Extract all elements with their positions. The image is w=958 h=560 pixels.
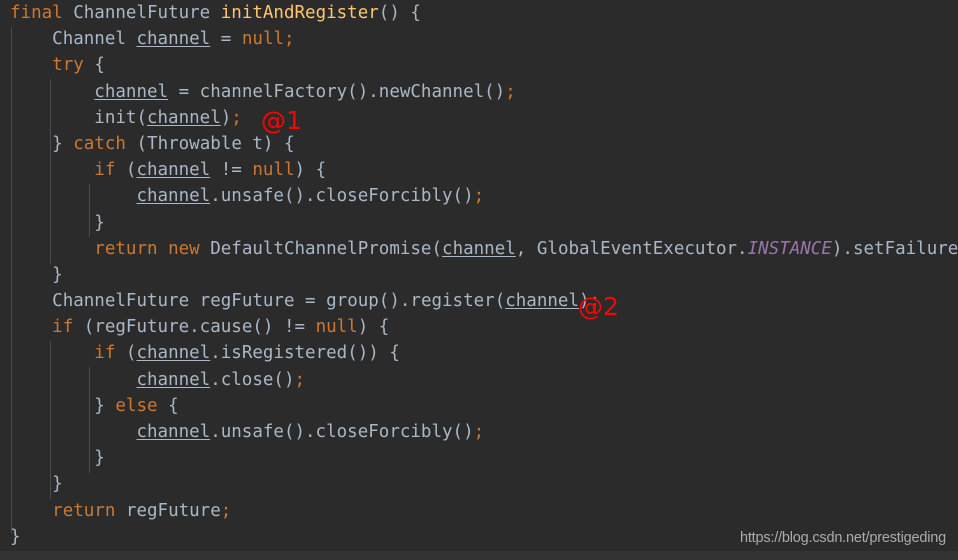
annotation-marker-2: @2 [578, 292, 619, 321]
code-line-5[interactable]: init(channel); [0, 105, 958, 131]
keyword-catch: catch [73, 133, 126, 154]
code-line-7[interactable]: if (channel != null) { [0, 157, 958, 183]
keyword-new: new [168, 238, 200, 259]
code-line-11[interactable]: } [0, 262, 958, 288]
keyword-if: if [94, 160, 116, 181]
code-line-12[interactable]: ChannelFuture regFuture = group().regist… [0, 288, 958, 314]
code-line-13[interactable]: if (regFuture.cause() != null) { [0, 314, 958, 340]
local-var-channel: channel [136, 186, 211, 207]
code-line-8[interactable]: channel.unsafe().closeForcibly(); [0, 183, 958, 209]
code-line-16[interactable]: } else { [0, 393, 958, 419]
code-line-9[interactable]: } [0, 210, 958, 236]
keyword-return: return [94, 238, 158, 259]
keyword-else: else [115, 395, 158, 416]
annotation-marker-1: @1 [261, 106, 302, 135]
local-var-channel: channel [94, 81, 169, 102]
code-content[interactable]: final ChannelFuture initAndRegister() { … [0, 0, 958, 550]
code-editor[interactable]: final ChannelFuture initAndRegister() { … [0, 0, 958, 560]
local-var-regfuture: regFuture [199, 291, 295, 312]
keyword-if: if [52, 317, 74, 338]
code-line-14[interactable]: if (channel.isRegistered()) { [0, 340, 958, 366]
code-line-10[interactable]: return new DefaultChannelPromise(channel… [0, 236, 958, 262]
local-var-channel: channel [136, 160, 211, 181]
keyword-try: try [52, 55, 84, 76]
watermark-url: https://blog.csdn.net/prestigeding [739, 530, 946, 546]
keyword-final: final [10, 3, 63, 23]
code-line-2[interactable]: Channel channel = null; [0, 26, 958, 52]
code-line-17[interactable]: channel.unsafe().closeForcibly(); [0, 419, 958, 445]
code-line-18[interactable]: } [0, 445, 958, 471]
local-var-channel: channel [136, 422, 211, 442]
local-var-channel: channel [136, 29, 211, 50]
method-name-initandregister: initAndRegister [220, 3, 379, 23]
keyword-null: null [241, 29, 285, 50]
keyword-if: if [94, 343, 116, 364]
code-line-15[interactable]: channel.close(); [0, 367, 958, 393]
local-var-channel: channel [136, 369, 211, 390]
code-line-4[interactable]: channel = channelFactory().newChannel(); [0, 79, 958, 105]
bottom-strip [0, 551, 958, 560]
local-var-channel: channel [505, 291, 579, 312]
keyword-return: return [52, 500, 116, 521]
code-line-3[interactable]: try { [0, 52, 958, 78]
keyword-null: null [252, 160, 295, 181]
static-field-instance: INSTANCE [747, 238, 832, 259]
local-var-channel: channel [136, 343, 211, 364]
local-var-channel: channel [442, 238, 516, 259]
code-line-20[interactable]: return regFuture; [0, 498, 958, 524]
local-var-channel: channel [146, 107, 221, 128]
code-line-6[interactable]: } catch (Throwable t) { [0, 131, 958, 157]
keyword-null: null [315, 317, 358, 338]
code-line-19[interactable]: } [0, 471, 958, 497]
code-line-1[interactable]: final ChannelFuture initAndRegister() { [0, 0, 958, 26]
local-var-regfuture: regFuture [125, 500, 221, 521]
type-channelfuture: ChannelFuture [73, 3, 211, 23]
